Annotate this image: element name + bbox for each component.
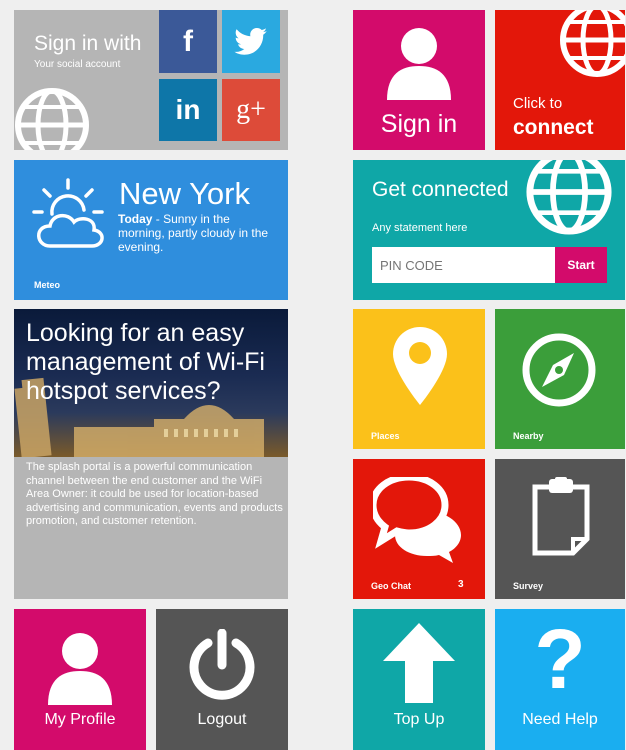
need-help-tile[interactable]: ? Need Help [495, 609, 625, 750]
facebook-button[interactable]: f [159, 10, 217, 73]
get-connected-tile: Get connected Any statement here Start [353, 160, 625, 300]
logout-tile[interactable]: Logout [156, 609, 288, 750]
signin-label: Sign in [380, 110, 458, 138]
linkedin-icon: in [175, 94, 201, 125]
twitter-bird-icon [234, 27, 267, 55]
survey-tile[interactable]: Survey [495, 459, 625, 599]
weather-forecast: Today - Sunny in the morning, partly clo… [118, 212, 278, 254]
social-signin-tile: Sign in with Your social account f in g+ [14, 10, 288, 150]
logout-label: Logout [197, 711, 247, 728]
geo-chat-tile[interactable]: Geo Chat 3 [353, 459, 485, 599]
question-mark-icon: ? [534, 612, 586, 706]
compass-icon [520, 331, 598, 409]
start-button[interactable]: Start [555, 247, 607, 283]
globe-icon [14, 85, 92, 150]
signin-tile[interactable]: Sign in [353, 10, 485, 150]
weather-city: New York [119, 176, 250, 211]
promo-body: The splash portal is a powerful communic… [26, 461, 283, 527]
connect-main-label: connect [513, 116, 594, 139]
power-icon [186, 629, 258, 701]
connect-tile[interactable]: Click to connect [495, 10, 625, 150]
connect-pre-label: Click to [513, 95, 563, 112]
get-connected-statement: Any statement here [372, 222, 468, 234]
weather-footer: Meteo [34, 280, 61, 290]
arrow-up-icon [383, 623, 455, 703]
globe-icon [523, 160, 615, 238]
survey-label: Survey [513, 581, 544, 591]
geo-chat-label: Geo Chat [371, 581, 412, 591]
globe-icon [557, 10, 625, 80]
user-icon [379, 22, 459, 102]
nearby-tile[interactable]: Nearby [495, 309, 625, 449]
chat-bubbles-icon [373, 477, 465, 563]
need-help-label: Need Help [522, 711, 598, 728]
map-pin-icon [393, 327, 447, 405]
my-profile-tile[interactable]: My Profile [14, 609, 146, 750]
partly-cloudy-icon [30, 178, 108, 252]
get-connected-title: Get connected [372, 178, 509, 201]
facebook-icon: f [183, 24, 193, 58]
my-profile-label: My Profile [44, 711, 116, 728]
promo-headline: Looking for an easy management of Wi-Fi … [26, 319, 265, 405]
social-subtitle: Your social account [34, 59, 121, 70]
places-tile[interactable]: Places [353, 309, 485, 449]
clipboard-icon [531, 477, 591, 557]
social-title: Sign in with [34, 32, 142, 55]
twitter-button[interactable] [222, 10, 280, 73]
places-label: Places [371, 431, 400, 441]
user-icon [40, 627, 120, 707]
nearby-label: Nearby [513, 431, 544, 441]
weather-tile[interactable]: New York Today - Sunny in the morning, p… [14, 160, 288, 300]
pin-code-input[interactable] [372, 247, 555, 283]
linkedin-button[interactable]: in [159, 79, 217, 141]
top-up-tile[interactable]: Top Up [353, 609, 485, 750]
weather-today-label: Today [118, 212, 153, 226]
geo-chat-count-badge: 3 [458, 579, 464, 590]
top-up-label: Top Up [393, 711, 445, 728]
promo-tile[interactable]: Looking for an easy management of Wi-Fi … [14, 309, 288, 599]
googleplus-button[interactable]: g+ [222, 79, 280, 141]
googleplus-icon: g+ [236, 94, 266, 125]
